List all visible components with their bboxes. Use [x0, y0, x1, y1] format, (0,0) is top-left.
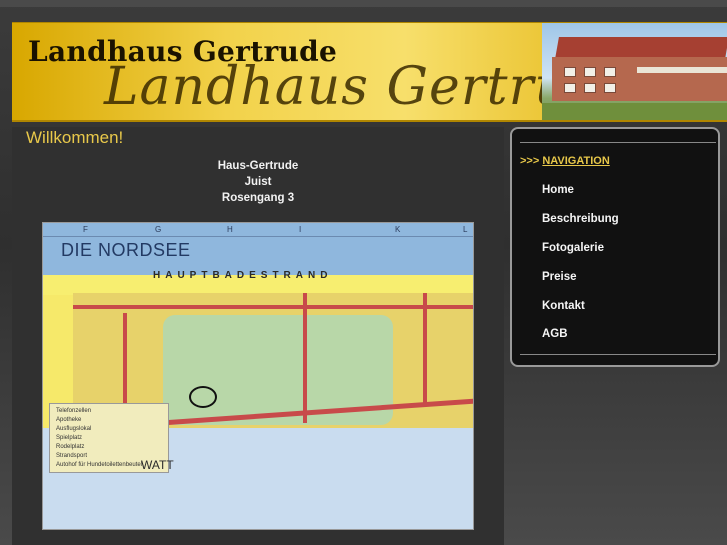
house-roof [555, 37, 727, 59]
house-balcony [637, 67, 727, 73]
house-window [604, 67, 616, 77]
house-window [564, 83, 576, 93]
divider [520, 142, 716, 143]
nav-link-beschreibung[interactable]: Beschreibung [542, 213, 619, 225]
map-label-watt: WATT [141, 458, 174, 472]
top-bar [0, 0, 727, 7]
house-wall [552, 57, 727, 101]
map-road [73, 305, 473, 309]
navigation-prefix: >>> [520, 155, 540, 167]
map-road [423, 293, 427, 403]
divider [520, 354, 716, 355]
legend-item: Spielplatz [56, 435, 83, 441]
house-window [604, 83, 616, 93]
house-window [584, 83, 596, 93]
nav-link-kontakt[interactable]: Kontakt [542, 300, 585, 312]
address-city: Juist [244, 176, 272, 188]
map-grid-letter: K [395, 225, 401, 234]
house-photo [542, 23, 727, 120]
legend-item: Apotheke [56, 417, 82, 423]
nav-link-preise[interactable]: Preise [542, 271, 577, 283]
legend-item: Autohof für Hundetoilettenbeutel [56, 462, 143, 468]
address-name: Haus-Gertrude [217, 160, 299, 172]
nav-link-home[interactable]: Home [542, 184, 574, 196]
nav-link-agb[interactable]: AGB [542, 328, 568, 340]
address-street: Rosengang 3 [221, 192, 295, 204]
house-lawn [542, 103, 727, 120]
map-label-sea: DIE NORDSEE [61, 240, 191, 260]
map-grid-letter: H [227, 225, 233, 234]
legend-item: Strandsport [56, 453, 88, 459]
nav-link-fotogalerie[interactable]: Fotogalerie [542, 242, 604, 254]
map-road [123, 313, 127, 413]
page-title: Willkommen! [26, 128, 124, 147]
map-grid-letter: L [463, 225, 468, 234]
map-grid-letter: I [299, 225, 302, 234]
map-road [303, 293, 307, 423]
map-grid-letter: F [83, 225, 88, 234]
site-header: Landhaus Gertrude Landhaus Gertrude [12, 22, 727, 122]
legend-item: Rodelplatz [56, 444, 85, 450]
location-marker [189, 386, 217, 408]
map-label-beach: HAUPTBADESTRAND [153, 270, 333, 281]
house-window [584, 67, 596, 77]
house-window [564, 67, 576, 77]
map-grid-letter: G [155, 225, 162, 234]
island-map: F G H I K L DIE NORDSEE HAUPTBADESTRAND … [42, 222, 474, 530]
map-grid-header: F G H I K L [43, 223, 473, 237]
legend-item: Telefonzellen [56, 408, 92, 414]
navigation-heading: NAVIGATION [542, 155, 610, 167]
legend-item: Ausflugslokal [56, 426, 92, 432]
navigation-panel: >>> NAVIGATION Home Beschreibung Fotogal… [510, 127, 720, 367]
navigation-title: >>> NAVIGATION [520, 155, 610, 167]
